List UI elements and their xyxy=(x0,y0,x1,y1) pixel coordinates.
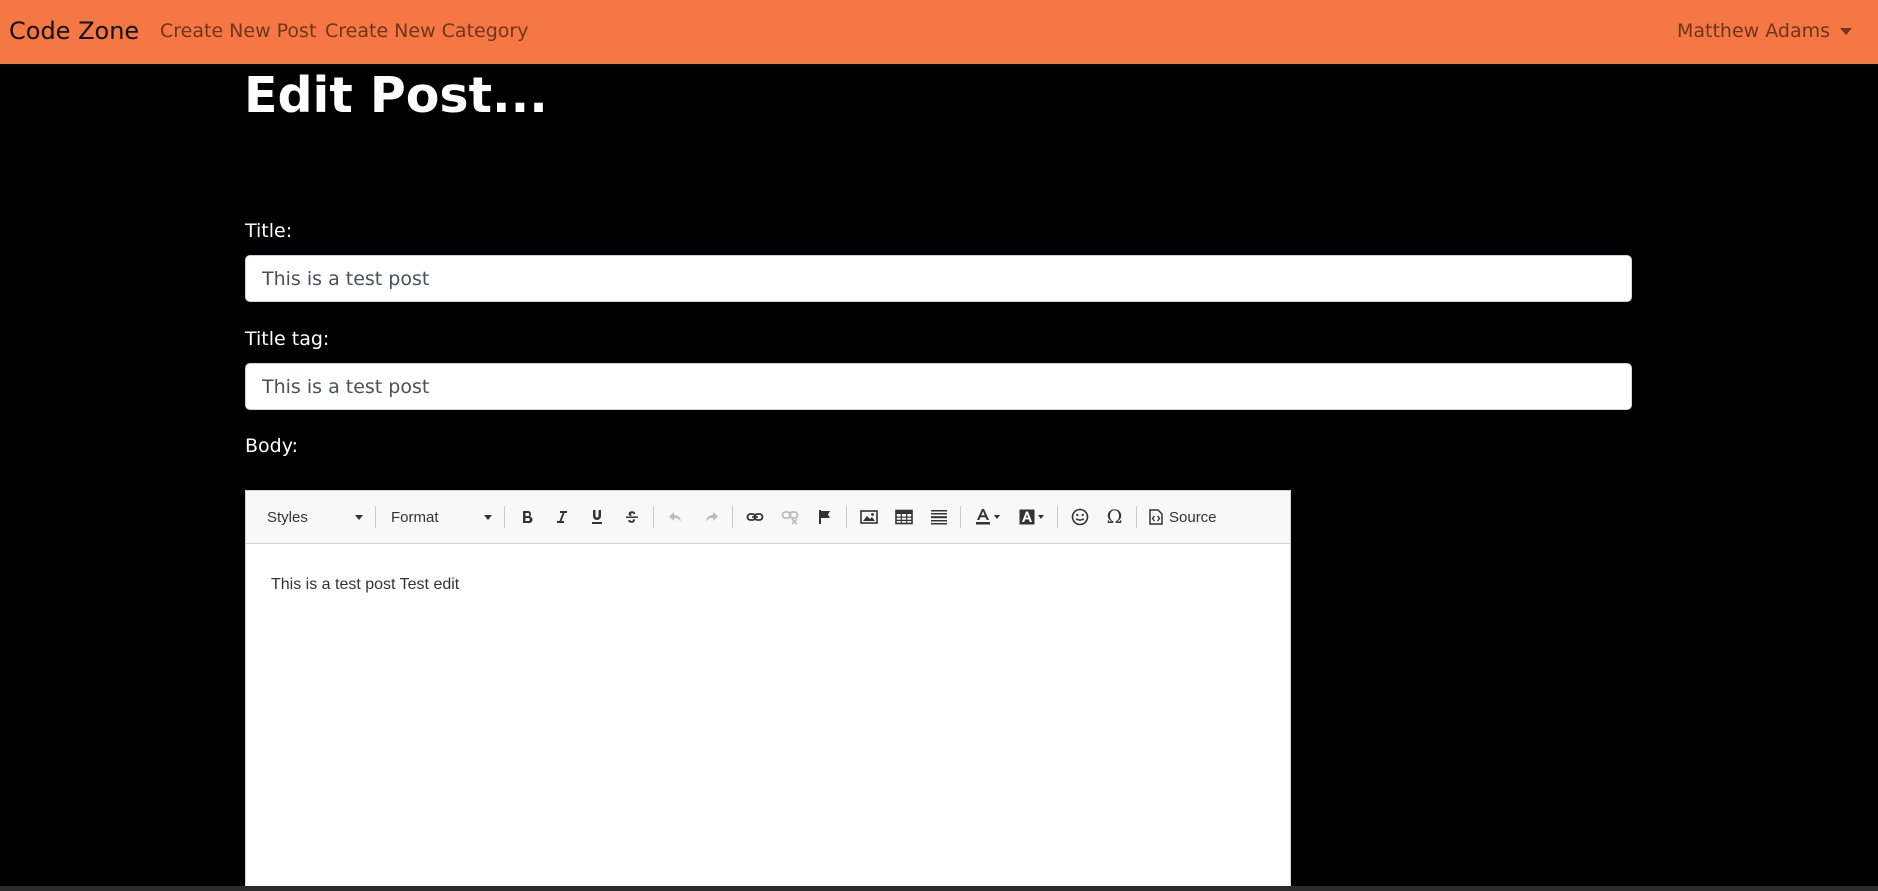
title-tag-label: Title tag: xyxy=(245,328,330,350)
strikethrough-icon xyxy=(625,511,638,523)
chevron-down-icon xyxy=(1037,515,1044,519)
redo-button[interactable] xyxy=(693,502,728,532)
top-navbar: Code Zone Create New Post Create New Cat… xyxy=(0,0,1878,64)
special-character-icon: Ω xyxy=(1106,505,1123,528)
chevron-down-icon xyxy=(993,515,1000,519)
format-dropdown-label: Format xyxy=(391,508,439,526)
anchor-flag-icon xyxy=(818,510,830,524)
special-character-button[interactable]: Ω xyxy=(1097,502,1132,532)
toolbar-separator xyxy=(960,506,961,528)
format-dropdown[interactable]: Format xyxy=(380,502,500,532)
chevron-down-icon xyxy=(355,514,363,520)
source-button-label: Source xyxy=(1169,508,1217,526)
table-icon xyxy=(894,509,913,525)
source-icon xyxy=(1149,509,1163,525)
toolbar-separator xyxy=(375,506,376,528)
toolbar-separator xyxy=(846,506,847,528)
undo-icon xyxy=(668,512,681,522)
title-label: Title: xyxy=(245,220,293,242)
link-button[interactable] xyxy=(737,502,772,532)
source-button[interactable]: Source xyxy=(1141,502,1225,532)
styles-dropdown[interactable]: Styles xyxy=(256,502,371,532)
rich-text-editor: Styles Format Ω Source This is a test po… xyxy=(245,490,1291,891)
toolbar-separator xyxy=(1057,506,1058,528)
emoji-button[interactable] xyxy=(1062,502,1097,532)
bold-button[interactable] xyxy=(509,502,544,532)
strikethrough-button[interactable] xyxy=(614,502,649,532)
text-color-icon xyxy=(975,509,990,525)
brand-link[interactable]: Code Zone xyxy=(9,16,139,46)
nav-create-new-post[interactable]: Create New Post xyxy=(160,19,316,43)
unlink-button[interactable] xyxy=(772,502,807,532)
body-label: Body: xyxy=(245,435,298,457)
image-icon xyxy=(859,510,878,524)
emoji-icon xyxy=(1071,508,1088,526)
toolbar-separator xyxy=(653,506,654,528)
background-color-icon xyxy=(1019,509,1034,525)
bottom-scroll-strip xyxy=(0,886,1878,891)
editor-toolbar: Styles Format Ω Source xyxy=(246,491,1290,544)
anchor-button[interactable] xyxy=(807,502,842,532)
underline-button[interactable] xyxy=(579,502,614,532)
image-button[interactable] xyxy=(851,502,886,532)
page-title: Edit Post... xyxy=(244,67,548,124)
nav-create-new-category[interactable]: Create New Category xyxy=(325,19,528,43)
title-tag-input[interactable] xyxy=(245,363,1632,410)
styles-dropdown-label: Styles xyxy=(267,508,308,526)
user-name: Matthew Adams xyxy=(1676,20,1830,42)
text-color-button[interactable] xyxy=(965,502,1009,532)
toolbar-separator xyxy=(732,506,733,528)
editor-paragraph: This is a test post Test edit xyxy=(271,576,460,593)
undo-button[interactable] xyxy=(658,502,693,532)
table-button[interactable] xyxy=(886,502,921,532)
italic-icon xyxy=(556,511,567,523)
italic-button[interactable] xyxy=(544,502,579,532)
editor-content-area[interactable]: This is a test post Test edit xyxy=(246,544,1290,626)
link-icon xyxy=(746,513,763,521)
unlink-icon xyxy=(781,511,798,525)
underline-icon xyxy=(591,510,602,524)
chevron-down-icon xyxy=(484,514,492,520)
horizontal-line-icon xyxy=(930,510,947,525)
background-color-button[interactable] xyxy=(1009,502,1053,532)
chevron-down-icon xyxy=(1840,27,1852,35)
horizontal-line-button[interactable] xyxy=(921,502,956,532)
user-dropdown[interactable]: Matthew Adams xyxy=(1677,19,1852,43)
redo-icon xyxy=(705,512,718,522)
toolbar-separator xyxy=(504,506,505,528)
toolbar-separator xyxy=(1136,506,1137,528)
bold-icon xyxy=(522,511,533,524)
title-input[interactable] xyxy=(245,255,1632,302)
